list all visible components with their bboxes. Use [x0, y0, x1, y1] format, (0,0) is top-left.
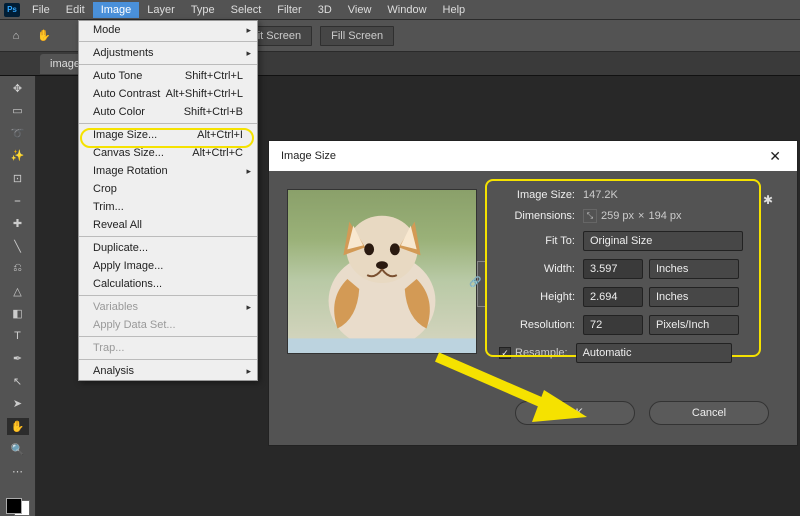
menu-item-auto-tone[interactable]: Auto ToneShift+Ctrl+L — [79, 67, 257, 85]
menu-item-image-size[interactable]: Image Size...Alt+Ctrl+I — [79, 126, 257, 144]
resolution-unit-select[interactable]: Pixels/Inch — [649, 315, 739, 335]
dimensions-height: 194 px — [648, 210, 681, 222]
menu-help[interactable]: Help — [435, 2, 474, 18]
wand-tool-icon[interactable]: ✨ — [7, 148, 29, 165]
hand-icon[interactable]: ✋ — [34, 26, 54, 46]
heal-tool-icon[interactable]: ✚ — [7, 215, 29, 232]
menu-item-apply-image[interactable]: Apply Image... — [79, 257, 257, 275]
crop-tool-icon[interactable]: ⊡ — [7, 170, 29, 187]
menu-3d[interactable]: 3D — [310, 2, 340, 18]
menu-item-adjustments[interactable]: Adjustments — [79, 44, 257, 62]
stamp-tool-icon[interactable]: ⎌ — [7, 260, 29, 277]
home-icon[interactable]: ⌂ — [6, 26, 26, 46]
gear-icon[interactable]: ✱ — [763, 193, 773, 207]
link-bracket: 🔗 — [477, 261, 489, 307]
menu-item-canvas-size[interactable]: Canvas Size...Alt+Ctrl+C — [79, 144, 257, 162]
menu-item-variables: Variables — [79, 298, 257, 316]
width-label: Width: — [491, 263, 575, 275]
link-icon[interactable]: 🔗 — [469, 277, 481, 288]
marquee-tool-icon[interactable]: ▭ — [7, 103, 29, 120]
menu-item-reveal-all[interactable]: Reveal All — [79, 216, 257, 234]
menu-item-auto-contrast[interactable]: Auto ContrastAlt+Shift+Ctrl+L — [79, 85, 257, 103]
resolution-input[interactable] — [583, 315, 643, 335]
menu-view[interactable]: View — [340, 2, 380, 18]
fill-screen-button[interactable]: Fill Screen — [320, 26, 394, 46]
fit-to-select[interactable]: Original Size — [583, 231, 743, 251]
dimensions-label: Dimensions: — [491, 210, 575, 222]
height-unit-select[interactable]: Inches — [649, 287, 739, 307]
dialog-title: Image Size — [281, 150, 336, 162]
eraser-tool-icon[interactable]: △ — [7, 283, 29, 300]
menubar: Ps File Edit Image Layer Type Select Fil… — [0, 0, 800, 20]
width-input[interactable] — [583, 259, 643, 279]
image-size-dialog: Image Size ✕ ✱ — [268, 140, 798, 446]
close-icon[interactable]: ✕ — [761, 146, 789, 167]
gradient-tool-icon[interactable]: ◧ — [7, 305, 29, 322]
image-size-value: 147.2K — [583, 189, 618, 201]
menu-file[interactable]: File — [24, 2, 58, 18]
image-size-label: Image Size: — [491, 189, 575, 201]
brush-tool-icon[interactable]: ╲ — [7, 238, 29, 255]
eyedropper-tool-icon[interactable]: ⎯ — [7, 193, 29, 210]
image-menu-dropdown: Mode Adjustments Auto ToneShift+Ctrl+L A… — [78, 20, 258, 381]
resolution-label: Resolution: — [491, 319, 575, 331]
resample-checkbox[interactable]: ✓ — [499, 347, 511, 359]
dialog-titlebar[interactable]: Image Size ✕ — [269, 141, 797, 171]
menu-item-apply-data-set: Apply Data Set... — [79, 316, 257, 334]
zoom-tool-icon[interactable]: 🔍 — [7, 441, 29, 458]
dimensions-unit-icon[interactable]: ⤡ — [583, 209, 597, 223]
resample-label: Resample: — [515, 347, 568, 359]
tools-panel: ✥ ▭ ➰ ✨ ⊡ ⎯ ✚ ╲ ⎌ △ ◧ T ✒ ↖ ➤ ✋ 🔍 ⋯ — [0, 76, 36, 516]
menu-item-analysis[interactable]: Analysis — [79, 362, 257, 380]
type-tool-icon[interactable]: T — [7, 328, 29, 345]
swatch[interactable] — [6, 498, 30, 516]
path-tool-icon[interactable]: ↖ — [7, 373, 29, 390]
fit-to-label: Fit To: — [491, 235, 575, 247]
menu-item-image-rotation[interactable]: Image Rotation — [79, 162, 257, 180]
menu-edit[interactable]: Edit — [58, 2, 93, 18]
menu-select[interactable]: Select — [223, 2, 270, 18]
menu-item-trim[interactable]: Trim... — [79, 198, 257, 216]
menu-item-trap: Trap... — [79, 339, 257, 357]
pen-tool-icon[interactable]: ✒ — [7, 351, 29, 368]
menu-type[interactable]: Type — [183, 2, 223, 18]
menu-item-calculations[interactable]: Calculations... — [79, 275, 257, 293]
arrow-tool-icon[interactable]: ➤ — [7, 396, 29, 413]
menu-image[interactable]: Image — [93, 2, 140, 18]
image-preview — [287, 189, 477, 354]
menu-layer[interactable]: Layer — [139, 2, 183, 18]
lasso-tool-icon[interactable]: ➰ — [7, 125, 29, 142]
move-tool-icon[interactable]: ✥ — [7, 80, 29, 97]
dimensions-width: 259 px — [601, 210, 634, 222]
height-label: Height: — [491, 291, 575, 303]
dimensions-sep: × — [638, 210, 644, 222]
menu-item-mode[interactable]: Mode — [79, 21, 257, 39]
cancel-button[interactable]: Cancel — [649, 401, 769, 425]
more-tools-icon[interactable]: ⋯ — [7, 463, 29, 480]
height-input[interactable] — [583, 287, 643, 307]
dialog-fields: ✱ Image Size: 147.2K Dimensions: ⤡ 259 p… — [491, 189, 779, 371]
menu-item-crop[interactable]: Crop — [79, 180, 257, 198]
app-icon: Ps — [4, 3, 20, 17]
menu-item-duplicate[interactable]: Duplicate... — [79, 239, 257, 257]
menu-filter[interactable]: Filter — [269, 2, 309, 18]
hand-tool-icon[interactable]: ✋ — [7, 418, 29, 435]
resample-select[interactable]: Automatic — [576, 343, 732, 363]
menu-window[interactable]: Window — [379, 2, 434, 18]
ok-button[interactable]: OK — [515, 401, 635, 425]
width-unit-select[interactable]: Inches — [649, 259, 739, 279]
menu-item-auto-color[interactable]: Auto ColorShift+Ctrl+B — [79, 103, 257, 121]
